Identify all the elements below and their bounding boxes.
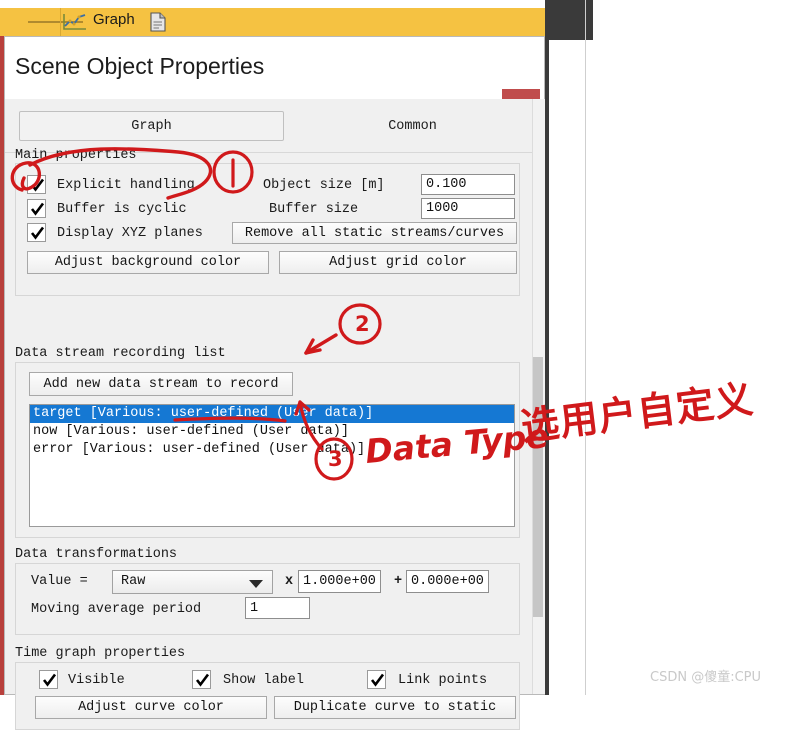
label-buffer-size: Buffer size <box>269 202 359 217</box>
checkbox-buffer-is-cyclic[interactable] <box>27 199 46 218</box>
label-moving-average-period: Moving average period <box>31 602 202 617</box>
list-item[interactable]: error [Various: user-defined (User data)… <box>30 441 514 459</box>
background-top-strip <box>0 0 545 8</box>
dialog-title: Scene Object Properties <box>15 53 265 79</box>
label-multiply-symbol: x <box>285 574 294 589</box>
screen-root: Graph Scene Object Properties × Graph Co… <box>0 0 799 730</box>
tab-bar: Graph Common <box>5 111 544 153</box>
checkbox-display-xyz-planes[interactable] <box>27 223 46 242</box>
label-visible: Visible <box>68 673 125 688</box>
data-transformations-label: Data transformations <box>15 547 178 562</box>
button-add-data-stream[interactable]: Add new data stream to record <box>29 372 293 396</box>
label-explicit-handling: Explicit handling <box>57 178 195 193</box>
checkbox-show-label[interactable] <box>192 670 211 689</box>
line-chart-icon <box>62 12 88 32</box>
label-value-equals: Value = <box>31 574 88 589</box>
background-tab-label[interactable]: Graph <box>93 11 135 28</box>
dialog-scrollbar-thumb[interactable] <box>533 357 543 617</box>
input-buffer-size[interactable] <box>421 198 515 219</box>
label-show-label: Show label <box>223 673 305 688</box>
list-item[interactable]: target [Various: user-defined (User data… <box>30 405 514 423</box>
input-offset[interactable] <box>406 570 489 593</box>
checkbox-visible[interactable] <box>39 670 58 689</box>
input-moving-average-period[interactable] <box>245 597 310 619</box>
button-adjust-background-color[interactable]: Adjust background color <box>27 251 269 274</box>
label-display-xyz-planes: Display XYZ planes <box>57 226 203 241</box>
tab-divider <box>60 8 61 36</box>
list-item[interactable]: now [Various: user-defined (User data)] <box>30 423 514 441</box>
button-remove-static-streams[interactable]: Remove all static streams/curves <box>232 222 517 244</box>
button-adjust-curve-color[interactable]: Adjust curve color <box>35 696 267 719</box>
dialog-body: Graph Common Main properties Explicit ha… <box>5 99 544 730</box>
button-duplicate-curve-to-static[interactable]: Duplicate curve to static <box>274 696 516 719</box>
scene-object-properties-dialog: Scene Object Properties × Graph Common M… <box>4 36 545 730</box>
checkbox-explicit-handling[interactable] <box>27 175 46 194</box>
tab-common[interactable]: Common <box>295 111 530 141</box>
checkbox-link-points[interactable] <box>367 670 386 689</box>
label-plus-symbol: + <box>394 574 403 589</box>
label-object-size: Object size [m] <box>263 178 385 193</box>
data-stream-listbox[interactable]: target [Various: user-defined (User data… <box>29 404 515 527</box>
background-vertical-rule <box>585 0 586 695</box>
button-adjust-grid-color[interactable]: Adjust grid color <box>279 251 517 274</box>
data-stream-label: Data stream recording list <box>15 346 226 361</box>
select-transform-mode-value: Raw <box>121 574 146 589</box>
background-canvas <box>549 0 799 695</box>
document-icon <box>149 12 167 32</box>
label-link-points: Link points <box>398 673 488 688</box>
dialog-titlebar: Scene Object Properties <box>5 37 544 99</box>
chevron-down-icon <box>249 580 263 588</box>
input-object-size[interactable] <box>421 174 515 195</box>
background-window-edge <box>545 0 549 695</box>
select-transform-mode[interactable]: Raw <box>112 570 273 594</box>
time-graph-label: Time graph properties <box>15 646 186 661</box>
input-multiplier[interactable] <box>298 570 381 593</box>
main-properties-label: Main properties <box>15 148 137 163</box>
watermark: CSDN @傻童:CPU <box>650 670 762 685</box>
label-buffer-is-cyclic: Buffer is cyclic <box>57 202 187 217</box>
tab-graph[interactable]: Graph <box>19 111 284 141</box>
